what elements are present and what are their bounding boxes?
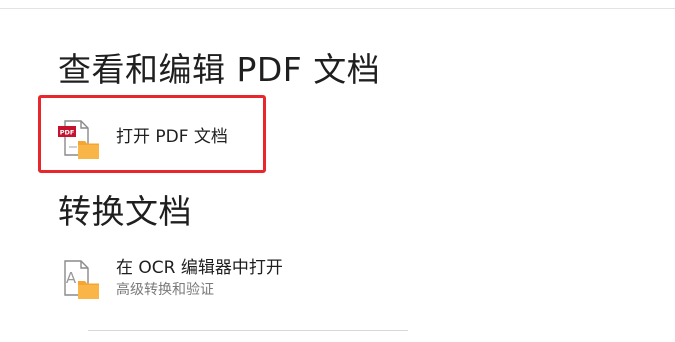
top-divider: [0, 8, 675, 9]
open-in-ocr-editor-action[interactable]: A 在 OCR 编辑器中打开 高级转换和验证: [57, 257, 357, 303]
start-page: 查看和编辑 PDF 文档 PDF 打开 PDF 文档 转换文档 A 在 OCR …: [0, 0, 675, 342]
ocr-badge-text: A: [66, 269, 77, 287]
pdf-file-folder-icon: PDF: [57, 117, 101, 161]
section-title-convert: 转换文档: [58, 192, 192, 231]
pdf-badge-text: PDF: [60, 129, 75, 137]
section-title-view-edit: 查看和编辑 PDF 文档: [58, 50, 381, 89]
open-pdf-document-action[interactable]: PDF 打开 PDF 文档: [57, 117, 257, 161]
open-in-ocr-editor-sublabel: 高级转换和验证: [116, 282, 214, 298]
ocr-file-folder-icon: A: [57, 257, 101, 301]
bottom-divider: [88, 330, 408, 331]
open-pdf-label: 打开 PDF 文档: [116, 127, 228, 147]
open-in-ocr-editor-label: 在 OCR 编辑器中打开: [116, 258, 283, 278]
